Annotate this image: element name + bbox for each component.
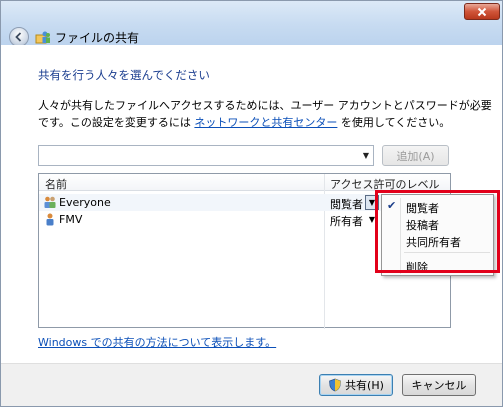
- row-level: 閲覧者: [330, 198, 363, 211]
- shield-icon: [329, 378, 341, 392]
- list-header: 名前 アクセス許可のレベル: [39, 174, 450, 191]
- close-button[interactable]: [464, 3, 500, 20]
- page-heading: 共有を行う人々を選んでください: [38, 68, 210, 82]
- file-sharing-window: ファイルの共有 共有を行う人々を選んでください 人々が共有したファイルへアクセス…: [0, 0, 503, 407]
- dropdown-arrow-icon[interactable]: ▼: [363, 151, 369, 160]
- row-level: 所有者: [330, 215, 363, 228]
- description-part: を使用してください。: [337, 116, 451, 129]
- window-title: ファイルの共有: [55, 31, 140, 45]
- row-name: Everyone: [59, 196, 111, 209]
- cancel-button[interactable]: キャンセル: [402, 374, 476, 396]
- highlight-box: [375, 190, 500, 273]
- column-header-name[interactable]: 名前: [45, 176, 67, 192]
- share-button-label: 共有(H): [345, 379, 384, 392]
- title-bar: ファイルの共有: [1, 1, 502, 47]
- add-button[interactable]: 追加(A): [382, 145, 449, 166]
- user-icon: [46, 213, 54, 226]
- close-icon: [477, 7, 487, 16]
- description-text: 人々が共有したファイルへアクセスするためには、ユーザー アカウントとパスワードが…: [38, 97, 496, 131]
- share-button[interactable]: 共有(H): [319, 374, 393, 396]
- help-link[interactable]: Windows での共有の方法について表示します。: [38, 334, 276, 350]
- group-icon: [44, 196, 56, 208]
- row-name: FMV: [59, 213, 83, 226]
- button-bar: 共有(H) キャンセル: [1, 363, 502, 406]
- user-select-combo[interactable]: ▼: [38, 145, 374, 166]
- back-button[interactable]: [9, 27, 29, 47]
- back-arrow-icon: [15, 32, 22, 42]
- network-sharing-center-link[interactable]: ネットワークと共有センター: [194, 116, 337, 129]
- share-people-icon: [35, 31, 50, 44]
